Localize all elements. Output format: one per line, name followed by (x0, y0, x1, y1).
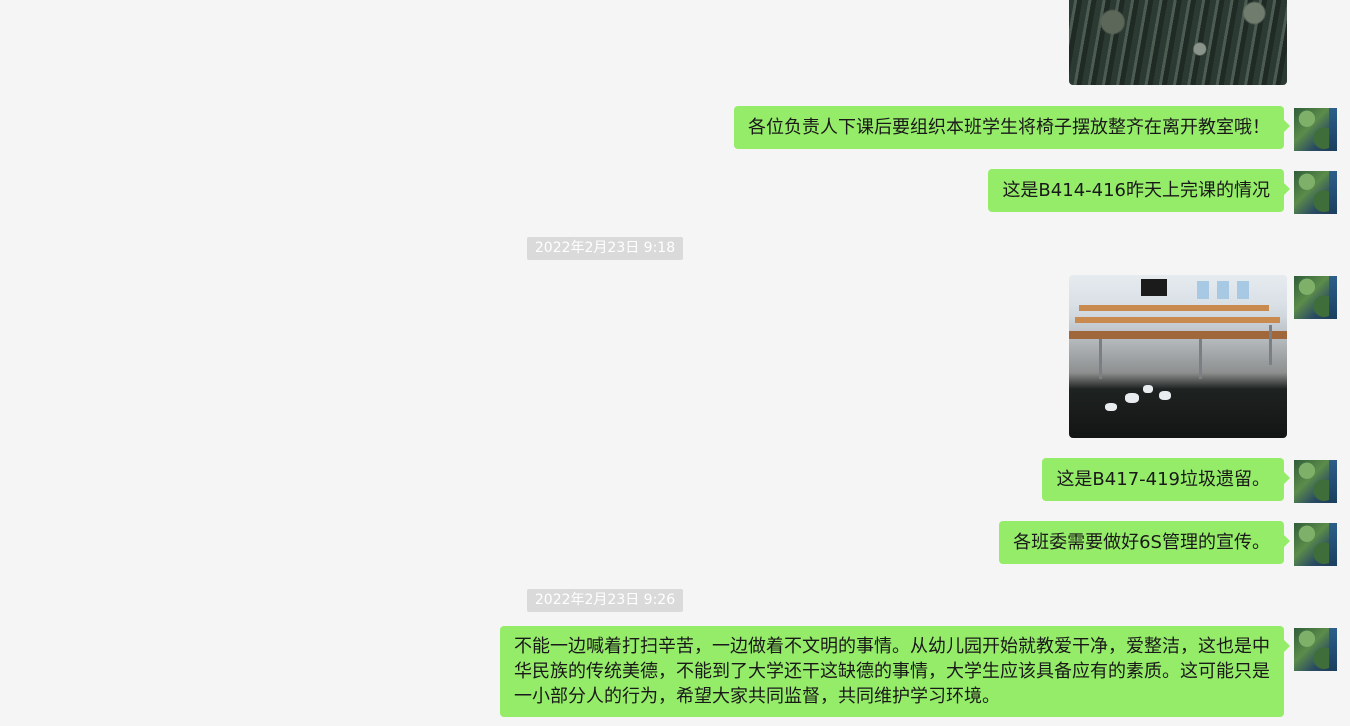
desk-leg (1199, 339, 1202, 379)
desk-leg (1099, 339, 1102, 379)
window (1237, 281, 1249, 299)
trash-paper (1105, 403, 1117, 411)
message-bubble[interactable]: 这是B414-416昨天上完课的情况 (988, 169, 1290, 212)
user-avatar[interactable] (1294, 171, 1337, 214)
desk-row (1079, 305, 1269, 311)
message-bubble[interactable]: 各班委需要做好6S管理的宣传。 (999, 521, 1290, 564)
desk-row (1075, 317, 1280, 323)
blackboard (1141, 279, 1167, 296)
desk-leg (1269, 325, 1272, 365)
timestamp: 2022年2月23日 9:26 (527, 589, 683, 612)
user-avatar[interactable] (1294, 460, 1337, 503)
timestamp: 2022年2月23日 9:18 (527, 237, 683, 260)
user-avatar[interactable] (1294, 523, 1337, 566)
user-avatar[interactable] (1294, 108, 1337, 151)
window (1197, 281, 1209, 299)
trash-paper (1125, 393, 1139, 403)
user-avatar[interactable] (1294, 276, 1337, 319)
window (1217, 281, 1229, 299)
desk-row (1069, 331, 1287, 339)
message-bubble[interactable]: 各位负责人下课后要组织本班学生将椅子摆放整齐在离开教室哦！ (734, 106, 1290, 149)
message-photo[interactable] (1069, 0, 1287, 85)
message-photo[interactable] (1069, 275, 1287, 438)
message-bubble[interactable]: 这是B417-419垃圾遗留。 (1042, 458, 1290, 501)
trash-paper (1159, 391, 1171, 400)
message-bubble[interactable]: 不能一边喊着打扫辛苦，一边做着不文明的事情。从幼儿园开始就教爱干净，爱整洁，这也… (500, 626, 1290, 717)
trash-paper (1143, 385, 1153, 393)
user-avatar[interactable] (1294, 628, 1337, 671)
chat-message-list[interactable]: 各位负责人下课后要组织本班学生将椅子摆放整齐在离开教室哦！ 这是B414-416… (0, 0, 1350, 726)
